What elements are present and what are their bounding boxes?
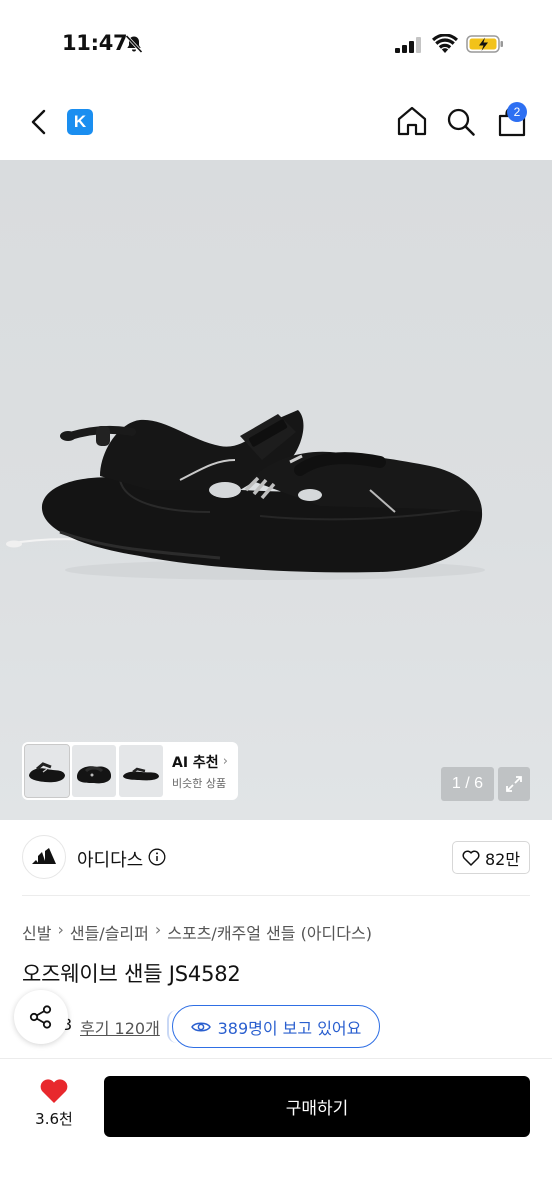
wishlist-count: 3.6천	[35, 1110, 73, 1128]
ai-recommend[interactable]: AI 추천 › 비슷한 상품	[172, 752, 228, 791]
chevron-right-icon: ›	[222, 754, 228, 769]
search-icon[interactable]	[444, 105, 478, 139]
breadcrumb: 신발 › 샌들/슬리퍼 › 스포츠/캐주얼 샌들 (아디다스)	[22, 920, 372, 944]
breadcrumb-item[interactable]: 신발	[22, 920, 51, 944]
viewers-text: 389명이 보고 있어요	[217, 1018, 362, 1038]
divider	[22, 895, 530, 896]
thumbnail-strip: AI 추천 › 비슷한 상품	[22, 742, 238, 800]
brand-logo[interactable]	[22, 835, 66, 879]
ai-recommend-label: AI 추천	[172, 754, 219, 771]
chevron-right-icon: ›	[154, 920, 162, 939]
thumbnail-3[interactable]	[119, 745, 163, 797]
cart-count-badge: 2	[507, 102, 527, 122]
brand-like-button[interactable]: 82만	[452, 841, 530, 874]
battery-charging-icon	[466, 35, 503, 53]
thumb-sandal-top-icon	[77, 766, 112, 784]
chevron-right-icon: ›	[57, 920, 64, 939]
thumb-sandal-angle-icon	[123, 767, 159, 781]
wishlist-button[interactable]: 3.6천	[22, 1078, 86, 1138]
eye-icon	[190, 1022, 211, 1031]
heart-filled-icon	[40, 1079, 68, 1103]
image-page-counter: 1 / 6	[441, 767, 494, 801]
bottom-bar-divider	[0, 1058, 552, 1059]
ai-recommend-title: AI 추천 ›	[172, 752, 228, 772]
status-bar: 11:47	[0, 0, 552, 88]
thumbnail-2[interactable]	[72, 745, 116, 797]
thumb-sandal-side-icon	[29, 762, 65, 783]
product-title: 오즈웨이브 샌들 JS4582	[22, 962, 241, 986]
share-button[interactable]	[14, 990, 68, 1044]
app-logo[interactable]: K	[67, 109, 93, 135]
sandal-illustration	[6, 410, 485, 580]
brand-like-count: 82만	[484, 849, 521, 869]
breadcrumb-item[interactable]: 샌들/슬리퍼	[70, 920, 149, 944]
home-icon[interactable]	[395, 104, 429, 138]
brand-row: 아디다스 82만	[0, 820, 552, 896]
signal-icon	[395, 37, 421, 53]
heart-outline-icon	[462, 850, 480, 866]
expand-icon	[506, 776, 522, 792]
info-icon[interactable]	[148, 848, 166, 866]
wifi-icon	[432, 34, 458, 53]
expand-image-button[interactable]	[498, 767, 530, 801]
share-icon	[29, 1005, 52, 1029]
back-arrow-icon[interactable]	[26, 106, 52, 138]
brand-name[interactable]: 아디다스	[77, 846, 143, 872]
adidas-logo-icon	[32, 848, 56, 864]
breadcrumb-item[interactable]: 스포츠/캐주얼 샌들 (아디다스)	[167, 920, 372, 944]
ai-recommend-subtitle: 비슷한 상품	[172, 776, 227, 790]
status-time: 11:47	[62, 31, 128, 55]
viewers-pill: 389명이 보고 있어요	[172, 1005, 380, 1048]
review-link[interactable]: 후기 120개	[80, 1015, 160, 1039]
buy-button[interactable]: 구매하기	[104, 1076, 530, 1137]
product-image[interactable]: AI 추천 › 비슷한 상품 1 / 6	[0, 160, 552, 820]
thumbnail-1[interactable]	[24, 744, 70, 798]
top-nav-bar: K	[0, 88, 552, 160]
bell-off-icon	[125, 34, 143, 54]
